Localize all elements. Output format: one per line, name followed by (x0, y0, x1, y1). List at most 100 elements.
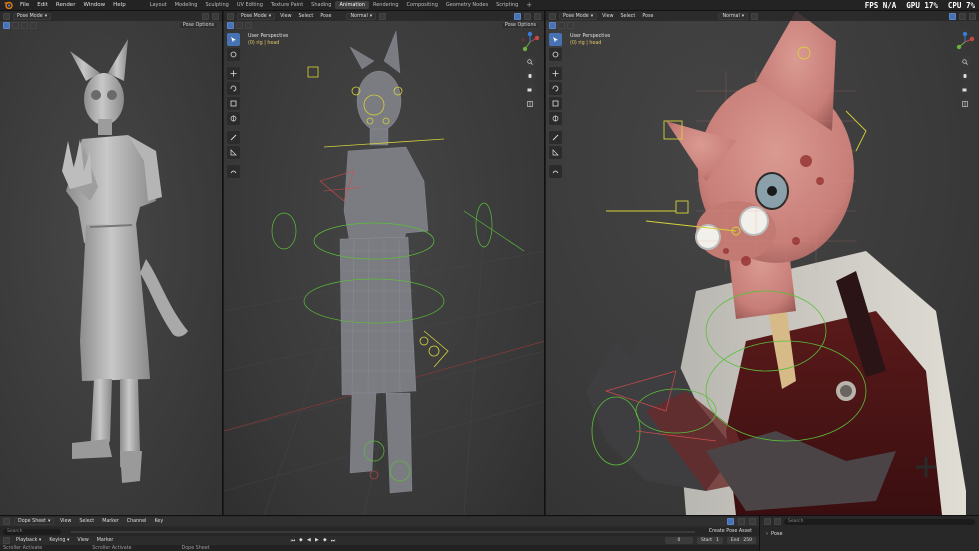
tab-rendering[interactable]: Rendering (369, 1, 403, 9)
annotate-tool-icon[interactable] (549, 131, 562, 144)
transform-orientation-dropdown[interactable]: Normal ▾ (346, 12, 377, 20)
annotate-tool-icon[interactable] (227, 131, 240, 144)
play-icon[interactable]: ▶ (313, 537, 320, 544)
viewport-right[interactable]: Pose Mode ▾ View Select Pose Normal ▾ User… (546, 11, 979, 515)
create-pose-asset-button[interactable]: Create Pose Asset (705, 529, 756, 534)
playback-menu[interactable]: Playback ▾ (14, 538, 43, 543)
cursor-tool-icon[interactable] (549, 48, 562, 61)
menu-select[interactable]: Select (619, 14, 638, 19)
select-mode-icon[interactable] (236, 22, 243, 29)
select-mode-icon[interactable] (12, 22, 19, 29)
axis-gizmo-icon[interactable] (519, 31, 541, 53)
transform-tool-icon[interactable] (227, 112, 240, 125)
cursor-tool-icon[interactable] (227, 48, 240, 61)
axis-gizmo-icon[interactable] (954, 31, 976, 53)
pose-options-dropdown[interactable]: Pose Options (500, 22, 540, 29)
pan-hand-icon[interactable] (959, 70, 971, 81)
pan-hand-icon[interactable] (524, 70, 536, 81)
tab-modeling[interactable]: Modeling (171, 1, 202, 9)
mode-dropdown[interactable]: Pose Mode ▾ (559, 12, 598, 20)
scale-tool-icon[interactable] (227, 97, 240, 110)
measure-tool-icon[interactable] (549, 146, 562, 159)
measure-tool-icon[interactable] (227, 146, 240, 159)
shading-icon[interactable] (969, 12, 976, 20)
select-mode-icon[interactable] (21, 22, 28, 29)
viewport-middle[interactable]: Pose Mode ▾ View Select Pose Normal ▾ Pose… (224, 11, 545, 515)
menu-view[interactable]: View (75, 538, 90, 543)
current-frame-field[interactable]: 0 (664, 537, 693, 544)
menu-edit[interactable]: Edit (33, 2, 52, 8)
tab-layout[interactable]: Layout (146, 1, 171, 9)
tab-scripting[interactable]: Scripting (492, 1, 522, 9)
pivot-icon[interactable] (751, 12, 759, 20)
select-mode-icon[interactable] (245, 22, 252, 29)
zoom-icon[interactable] (524, 56, 536, 67)
pose-tool-icon[interactable] (549, 165, 562, 178)
menu-select[interactable]: Select (77, 519, 96, 524)
menu-select[interactable]: Select (297, 14, 316, 19)
editor-type-icon[interactable] (549, 12, 556, 20)
tab-geometry-nodes[interactable]: Geometry Nodes (442, 1, 492, 9)
tab-texture-paint[interactable]: Texture Paint (267, 1, 307, 9)
filter-icon[interactable] (727, 518, 734, 525)
transform-orientation-dropdown[interactable]: Normal ▾ (718, 12, 749, 20)
pose-search-input[interactable]: Search (784, 518, 975, 525)
editor-type-icon[interactable] (3, 12, 10, 20)
jump-end-icon[interactable]: ⏭ (329, 537, 336, 544)
tab-compositing[interactable]: Compositing (403, 1, 442, 9)
pose-catalog-item[interactable]: › Pose (760, 527, 979, 541)
rotate-tool-icon[interactable] (227, 82, 240, 95)
camera-view-icon[interactable] (959, 84, 971, 95)
next-keyframe-icon[interactable]: ◆ (321, 537, 328, 544)
select-mode-icon[interactable] (30, 22, 37, 29)
timeline-track[interactable] (71, 530, 695, 533)
proportional-edit-icon[interactable] (738, 518, 745, 525)
menu-file[interactable]: File (16, 2, 33, 8)
menu-view[interactable]: View (600, 14, 615, 19)
menu-marker[interactable]: Marker (100, 519, 121, 524)
tab-uv-editing[interactable]: UV Editing (233, 1, 267, 9)
menu-pose[interactable]: Pose (640, 14, 655, 19)
grid-view-icon[interactable] (524, 98, 536, 109)
select-tool-icon[interactable] (549, 33, 562, 46)
move-tool-icon[interactable] (549, 67, 562, 80)
menu-pose[interactable]: Pose (318, 14, 333, 19)
menu-render[interactable]: Render (52, 2, 80, 8)
menu-key[interactable]: Key (153, 519, 166, 524)
menu-channel[interactable]: Channel (125, 519, 149, 524)
editor-type-icon[interactable] (764, 518, 771, 525)
pivot-icon[interactable] (379, 12, 387, 20)
mode-dropdown[interactable]: Pose Mode ▾ (13, 12, 52, 20)
editor-mode-dropdown[interactable]: Dope Sheet ▾ (14, 518, 54, 525)
keying-menu[interactable]: Keying ▾ (47, 538, 71, 543)
rotate-tool-icon[interactable] (549, 82, 562, 95)
tab-sculpting[interactable]: Sculpting (201, 1, 232, 9)
camera-view-icon[interactable] (524, 84, 536, 95)
menu-view[interactable]: View (278, 14, 293, 19)
mode-dropdown[interactable]: Pose Mode ▾ (237, 12, 276, 20)
add-workspace-button[interactable]: + (522, 1, 536, 9)
menu-view[interactable]: View (58, 519, 73, 524)
play-reverse-icon[interactable]: ◀ (305, 537, 312, 544)
overlay-icon[interactable] (524, 12, 531, 20)
viewport-left[interactable]: Pose Mode ▾ Pose Options (0, 11, 223, 515)
editor-type-icon[interactable] (3, 537, 10, 544)
overlay-icon[interactable] (959, 12, 966, 20)
editor-type-icon[interactable] (3, 518, 10, 525)
jump-start-icon[interactable]: ⏮ (289, 537, 296, 544)
transform-tool-icon[interactable] (549, 112, 562, 125)
end-frame-field[interactable]: End 250 (726, 537, 756, 544)
prev-keyframe-icon[interactable]: ◆ (297, 537, 304, 544)
move-tool-icon[interactable] (227, 67, 240, 80)
scale-tool-icon[interactable] (549, 97, 562, 110)
zoom-icon[interactable] (959, 56, 971, 67)
select-box-icon[interactable] (549, 22, 556, 29)
menu-marker[interactable]: Marker (95, 538, 116, 543)
start-frame-field[interactable]: Start 1 (696, 537, 723, 544)
snap-icon[interactable] (949, 12, 956, 20)
select-mode-icon[interactable] (567, 22, 574, 29)
snap-icon[interactable] (749, 518, 756, 525)
snap-icon[interactable] (514, 12, 521, 20)
select-box-icon[interactable] (227, 22, 234, 29)
pose-options-dropdown[interactable]: Pose Options (178, 22, 218, 29)
